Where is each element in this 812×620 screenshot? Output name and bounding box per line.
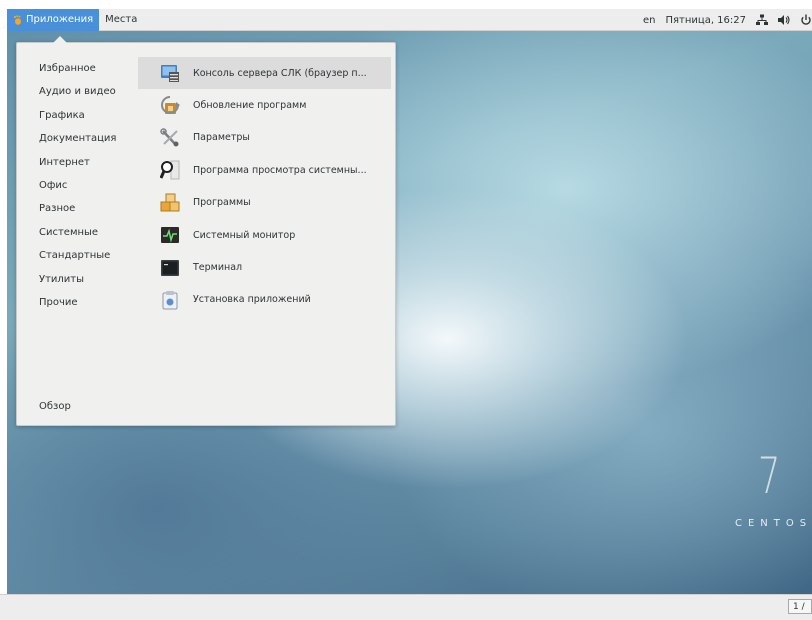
category-graphics[interactable]: Графика (39, 108, 139, 131)
workspace-indicator[interactable]: 1 / (788, 599, 812, 614)
applications-label: Приложения (26, 14, 94, 25)
app-label: Программы (193, 197, 251, 209)
category-list: Избранное Аудио и видео Графика Документ… (39, 61, 139, 318)
app-label: Параметры (193, 132, 250, 144)
app-item-system-monitor[interactable]: Системный монитор (138, 219, 391, 251)
application-list: Консоль сервера СЛК (браузер п... Обновл… (138, 57, 391, 316)
log-viewer-icon (159, 160, 180, 180)
category-audio-video[interactable]: Аудио и видео (39, 84, 139, 107)
terminal-icon (160, 258, 180, 278)
app-label: Консоль сервера СЛК (браузер п... (193, 67, 367, 79)
app-item-package-installer[interactable]: Установка приложений (138, 284, 391, 316)
top-bar: Приложения Места en Пятница, 16:27 (7, 9, 812, 31)
network-icon[interactable] (756, 14, 768, 26)
places-label: Места (105, 14, 138, 25)
server-console-icon (160, 63, 180, 83)
overview-button[interactable]: Обзор (39, 401, 71, 412)
system-monitor-icon (160, 225, 180, 245)
category-other[interactable]: Прочие (39, 295, 139, 318)
category-internet[interactable]: Интернет (39, 155, 139, 178)
power-icon[interactable] (800, 14, 812, 26)
bottom-bar: 1 / (0, 594, 812, 620)
app-item-software[interactable]: Программы (138, 187, 391, 219)
app-label: Программа просмотра системны... (193, 164, 367, 176)
category-accessories[interactable]: Стандартные (39, 248, 139, 271)
app-label: Обновление программ (193, 100, 307, 112)
app-item-log-viewer[interactable]: Программа просмотра системны... (138, 154, 391, 186)
category-utilities[interactable]: Утилиты (39, 272, 139, 295)
settings-tools-icon (160, 128, 180, 148)
gnome-foot-icon (13, 15, 22, 25)
app-item-settings[interactable]: Параметры (138, 122, 391, 154)
app-label: Установка приложений (193, 294, 311, 306)
applications-menu-popup: Избранное Аудио и видео Графика Документ… (16, 36, 396, 426)
app-item-terminal[interactable]: Терминал (138, 251, 391, 283)
software-icon (160, 193, 180, 213)
app-item-software-update[interactable]: Обновление программ (138, 89, 391, 121)
status-area: en Пятница, 16:27 (643, 9, 812, 31)
keyboard-layout-indicator[interactable]: en (643, 15, 656, 26)
places-menu-button[interactable]: Места (99, 9, 143, 31)
app-label: Системный монитор (193, 229, 296, 241)
volume-icon[interactable] (778, 14, 790, 26)
applications-menu-button[interactable]: Приложения (7, 9, 100, 31)
clock[interactable]: Пятница, 16:27 (665, 15, 746, 26)
category-system-tools[interactable]: Системные (39, 225, 139, 248)
category-favorites[interactable]: Избранное (39, 61, 139, 84)
desktop: Приложения Места en Пятница, 16:27 7 CEN… (7, 9, 812, 603)
app-item-server-console[interactable]: Консоль сервера СЛК (браузер п... (138, 57, 391, 90)
category-office[interactable]: Офис (39, 178, 139, 201)
centos-logo-text: CENTOS (735, 518, 812, 529)
category-documentation[interactable]: Документация (39, 131, 139, 154)
menu-pointer-arrow (53, 36, 67, 43)
centos-version-watermark: 7 (758, 447, 781, 505)
software-update-icon (160, 95, 180, 116)
app-label: Терминал (193, 262, 243, 274)
category-sundry[interactable]: Разное (39, 201, 139, 224)
package-installer-icon (160, 290, 180, 310)
